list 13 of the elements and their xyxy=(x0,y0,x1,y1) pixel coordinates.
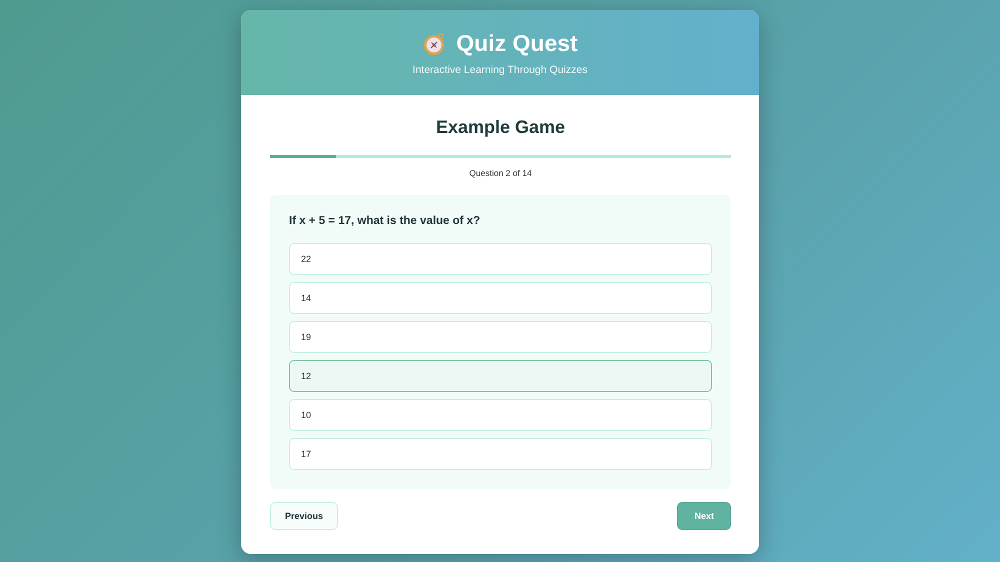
progress-label: Question 2 of 14 xyxy=(468,168,533,178)
answer-option[interactable]: 14 xyxy=(289,282,712,314)
answer-option[interactable]: 10 xyxy=(289,399,712,431)
app-subtitle: Interactive Learning Through Quizzes xyxy=(412,64,588,76)
answer-option[interactable]: 17 xyxy=(289,438,712,470)
answer-option[interactable]: 19 xyxy=(289,321,712,353)
app-title: Quiz Quest xyxy=(456,30,578,57)
question-text: If x + 5 = 17, what is the value of x? xyxy=(289,215,482,227)
compass-icon xyxy=(422,32,446,56)
answer-option[interactable]: 12 xyxy=(289,360,712,392)
game-title: Example Game xyxy=(434,117,566,138)
previous-button[interactable]: Previous xyxy=(270,502,338,530)
answer-option[interactable]: 22 xyxy=(289,243,712,275)
